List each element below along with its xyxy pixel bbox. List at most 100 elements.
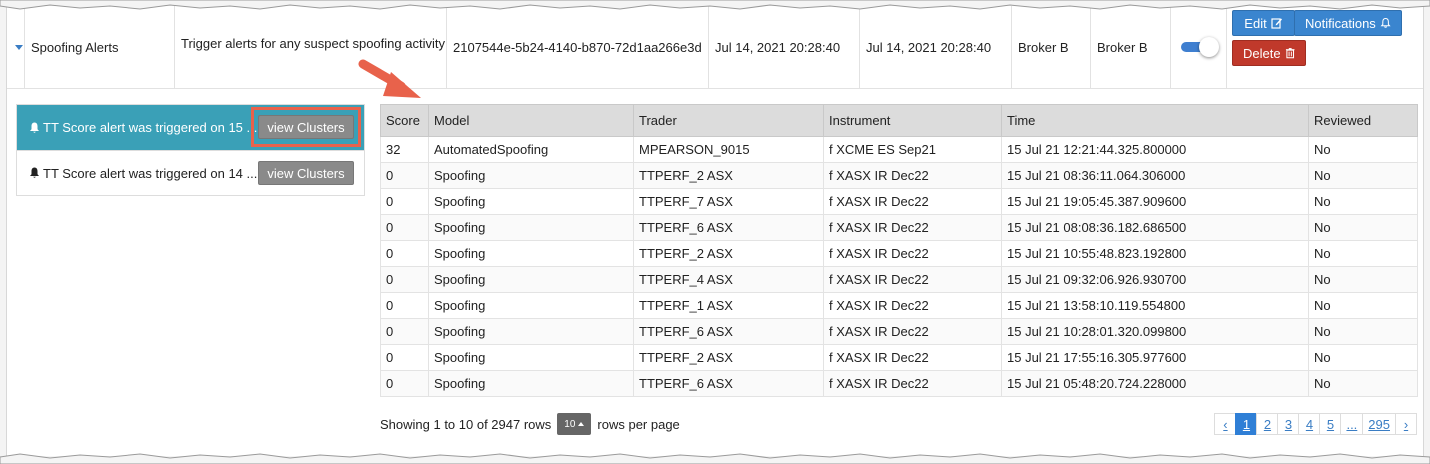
enabled-toggle-cell[interactable] xyxy=(1171,6,1227,88)
cell-score: 0 xyxy=(380,162,429,189)
alert-id: 2107544e-5b24-4140-b870-72d1aa266e3d xyxy=(447,6,709,88)
caret-down-icon[interactable] xyxy=(14,44,23,50)
prev-page-button[interactable]: ‹ xyxy=(1214,413,1237,435)
triggered-alert-text: TT Score alert was triggered on 14 ... xyxy=(43,165,258,181)
callout-arrow-icon xyxy=(358,59,421,98)
table-footer: Showing 1 to 10 of 2947 rows 10 rows per… xyxy=(380,411,1417,437)
cell-trader: TTPERF_6 ASX xyxy=(633,370,824,397)
cell-trader: TTPERF_4 ASX xyxy=(633,266,824,293)
cell-instrument: f XASX IR Dec22 xyxy=(823,370,1002,397)
cell-model: Spoofing xyxy=(428,266,634,293)
cell-reviewed: No xyxy=(1308,266,1418,293)
cell-time: 15 Jul 21 10:28:01.320.099800 xyxy=(1001,318,1309,345)
delete-label: Delete xyxy=(1243,45,1281,61)
column-header-model[interactable]: Model xyxy=(428,104,634,137)
table-row[interactable]: 32 AutomatedSpoofing MPEARSON_9015 f XCME E… xyxy=(380,136,1418,163)
column-header-time[interactable]: Time xyxy=(1001,104,1309,137)
cell-score: 0 xyxy=(380,214,429,241)
cell-time: 15 Jul 21 05:48:20.724.228000 xyxy=(1001,370,1309,397)
bell-outline-icon xyxy=(1380,18,1391,28)
triggered-alert-item[interactable]: TT Score alert was triggered on 14 ... v… xyxy=(17,150,364,195)
cell-time: 15 Jul 21 13:58:10.119.554800 xyxy=(1001,292,1309,319)
column-header-instrument[interactable]: Instrument xyxy=(823,104,1002,137)
cell-model: Spoofing xyxy=(428,292,634,319)
edit-icon xyxy=(1271,18,1282,29)
cell-time: 15 Jul 21 10:55:48.823.192800 xyxy=(1001,240,1309,267)
cell-reviewed: No xyxy=(1308,188,1418,215)
cell-instrument: f XASX IR Dec22 xyxy=(823,214,1002,241)
cell-time: 15 Jul 21 08:08:36.182.686500 xyxy=(1001,214,1309,241)
table-row[interactable]: 0 Spoofing TTPERF_1 ASX f XASX IR Dec22 15 J… xyxy=(380,292,1418,319)
cell-model: AutomatedSpoofing xyxy=(428,136,634,163)
triggered-alert-item[interactable]: TT Score alert was triggered on 15 ... v… xyxy=(17,105,364,150)
cell-instrument: f XASX IR Dec22 xyxy=(823,318,1002,345)
page-size-dropdown[interactable]: 10 xyxy=(557,413,592,435)
alert-definition-row[interactable]: Spoofing Alerts Trigger alerts for any s… xyxy=(7,6,1423,89)
cell-reviewed: No xyxy=(1308,318,1418,345)
table-header-row: Score Model Trader Instrument Time Reviewed xyxy=(380,104,1418,137)
caret-up-icon xyxy=(578,422,585,426)
cell-trader: TTPERF_2 ASX xyxy=(633,240,824,267)
cell-model: Spoofing xyxy=(428,214,634,241)
page-link-1[interactable]: 1 xyxy=(1235,413,1258,435)
table-row[interactable]: 0 Spoofing TTPERF_4 ASX f XASX IR Dec22 15 J… xyxy=(380,266,1418,293)
torn-edge-bottom xyxy=(0,453,1430,464)
cell-model: Spoofing xyxy=(428,344,634,371)
cell-score: 0 xyxy=(380,266,429,293)
alert-name: Spoofing Alerts xyxy=(25,6,175,88)
page-ellipsis: ... xyxy=(1340,413,1364,435)
cell-model: Spoofing xyxy=(428,370,634,397)
cell-instrument: f XASX IR Dec22 xyxy=(823,344,1002,371)
page-link-5[interactable]: 5 xyxy=(1319,413,1342,435)
view-clusters-button[interactable]: view Clusters xyxy=(258,161,354,185)
table-row[interactable]: 0 Spoofing TTPERF_6 ASX f XASX IR Dec22 15 J… xyxy=(380,318,1418,345)
cell-instrument: f XASX IR Dec22 xyxy=(823,188,1002,215)
page-link-2[interactable]: 2 xyxy=(1256,413,1279,435)
page-link-295[interactable]: 295 xyxy=(1362,413,1396,435)
cell-reviewed: No xyxy=(1308,344,1418,371)
page-link-3[interactable]: 3 xyxy=(1277,413,1300,435)
edit-label: Edit xyxy=(1244,15,1267,31)
actions-cell: Edit Notifications Delete xyxy=(1227,6,1423,88)
cell-score: 32 xyxy=(380,136,429,163)
bell-icon xyxy=(30,122,39,133)
page-size-value: 10 xyxy=(564,418,576,430)
table-row[interactable]: 0 Spoofing TTPERF_6 ASX f XASX IR Dec22 15 J… xyxy=(380,214,1418,241)
table-row[interactable]: 0 Spoofing TTPERF_7 ASX f XASX IR Dec22 15 J… xyxy=(380,188,1418,215)
cell-trader: TTPERF_2 ASX xyxy=(633,162,824,189)
table-body: 32 AutomatedSpoofing MPEARSON_9015 f XCME E… xyxy=(380,136,1418,397)
table-row[interactable]: 0 Spoofing TTPERF_6 ASX f XASX IR Dec22 15 J… xyxy=(380,370,1418,397)
enabled-toggle[interactable] xyxy=(1180,37,1219,57)
expand-caret-cell[interactable] xyxy=(7,6,25,88)
page-link-4[interactable]: 4 xyxy=(1298,413,1321,435)
delete-button[interactable]: Delete xyxy=(1232,40,1306,66)
cell-instrument: f XASX IR Dec22 xyxy=(823,240,1002,267)
alert-created: Jul 14, 2021 20:28:40 xyxy=(709,6,860,88)
cell-score: 0 xyxy=(380,188,429,215)
cell-trader: TTPERF_1 ASX xyxy=(633,292,824,319)
triggered-alert-text: TT Score alert was triggered on 15 ... xyxy=(43,120,258,135)
alert-modified: Jul 14, 2021 20:28:40 xyxy=(860,6,1012,88)
cell-score: 0 xyxy=(380,344,429,371)
cell-instrument: f XASX IR Dec22 xyxy=(823,162,1002,189)
bell-icon xyxy=(30,167,39,178)
torn-edge-top xyxy=(0,0,1430,10)
next-page-button[interactable]: › xyxy=(1395,413,1417,435)
cell-instrument: f XASX IR Dec22 xyxy=(823,266,1002,293)
rows-per-page-label: rows per page xyxy=(597,416,680,432)
cell-score: 0 xyxy=(380,318,429,345)
column-header-score[interactable]: Score xyxy=(380,104,429,137)
toggle-knob[interactable] xyxy=(1198,37,1219,57)
cell-model: Spoofing xyxy=(428,188,634,215)
cell-model: Spoofing xyxy=(428,318,634,345)
table-row[interactable]: 0 Spoofing TTPERF_2 ASX f XASX IR Dec22 15 J… xyxy=(380,162,1418,189)
column-header-trader[interactable]: Trader xyxy=(633,104,824,137)
view-clusters-button[interactable]: view Clusters xyxy=(258,115,354,139)
column-header-reviewed[interactable]: Reviewed xyxy=(1308,104,1418,137)
table-row[interactable]: 0 Spoofing TTPERF_2 ASX f XASX IR Dec22 15 J… xyxy=(380,344,1418,371)
cell-time: 15 Jul 21 17:55:16.305.977600 xyxy=(1001,344,1309,371)
cell-score: 0 xyxy=(380,240,429,267)
cell-reviewed: No xyxy=(1308,136,1418,163)
table-row[interactable]: 0 Spoofing TTPERF_2 ASX f XASX IR Dec22 15 J… xyxy=(380,240,1418,267)
cell-reviewed: No xyxy=(1308,214,1418,241)
